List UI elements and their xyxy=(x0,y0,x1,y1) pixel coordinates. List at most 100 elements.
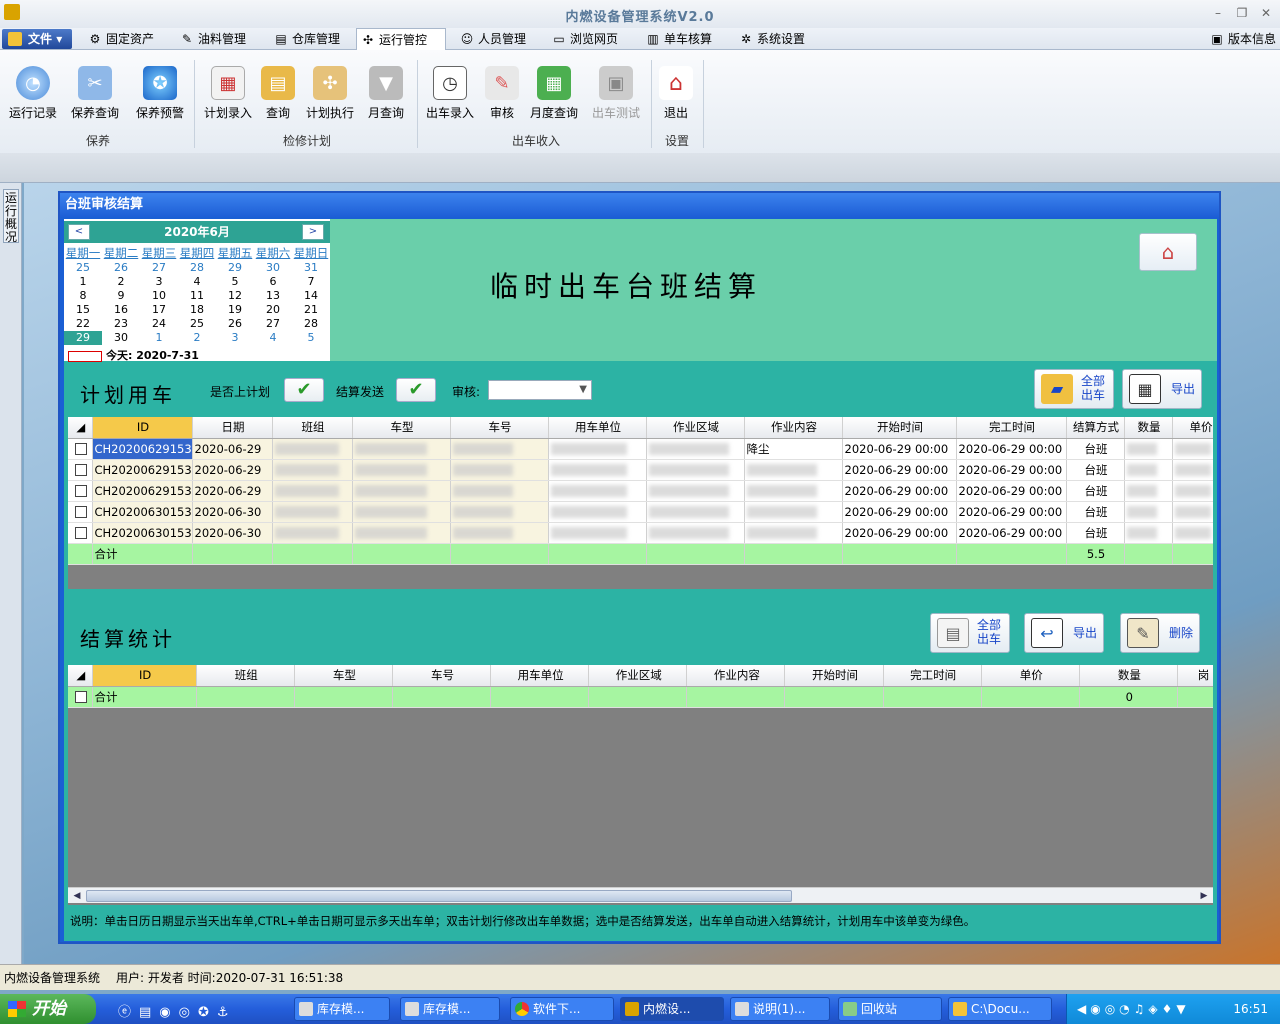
table-row[interactable]: CH202006291532 2020-06-29 2020-06-29 00:00… xyxy=(68,459,1213,481)
ribbon-dispatch-entry-button[interactable]: ◷ 出车录入 xyxy=(420,66,480,126)
calendar-day[interactable]: 4 xyxy=(254,331,292,345)
calendar-day[interactable]: 1 xyxy=(140,331,178,345)
calendar-day[interactable]: 31 xyxy=(292,261,330,275)
checkbox[interactable] xyxy=(74,691,87,703)
column-header[interactable]: 车型 xyxy=(294,665,393,687)
calendar-day[interactable]: 27 xyxy=(140,261,178,275)
tab-warehouse[interactable]: ▤ 仓库管理 xyxy=(270,28,340,50)
row-checkbox[interactable] xyxy=(68,501,93,523)
select-all-cell[interactable]: ◢ xyxy=(68,417,93,439)
file-menu-button[interactable]: 文件 ▾ xyxy=(2,29,72,49)
table-row[interactable]: CH202006301537 2020-06-30 2020-06-29 00:00… xyxy=(68,522,1213,544)
column-header[interactable]: 岗 xyxy=(1177,665,1213,687)
column-header[interactable]: 班组 xyxy=(272,417,353,439)
row-checkbox[interactable] xyxy=(68,438,93,460)
column-header[interactable]: ID xyxy=(92,417,193,439)
column-header[interactable]: 单价 xyxy=(1172,417,1213,439)
plan-export-button[interactable]: ▦ 导出 xyxy=(1122,369,1202,409)
calendar-day[interactable]: 5 xyxy=(292,331,330,345)
calendar-day[interactable]: 25 xyxy=(178,317,216,331)
tab-fixed-assets[interactable]: ⚙ 固定资产 xyxy=(84,28,154,50)
calendar-day[interactable]: 30 xyxy=(102,331,140,345)
close-icon[interactable]: ✕ xyxy=(1258,6,1274,20)
version-info-button[interactable]: ▣ 版本信息 xyxy=(1206,28,1276,50)
column-header[interactable]: 车号 xyxy=(450,417,549,439)
table-row[interactable]: CH202006291531 2020-06-29 降尘 2020-06-29 00:… xyxy=(68,438,1213,460)
column-header[interactable]: 日期 xyxy=(192,417,273,439)
checkbox[interactable] xyxy=(74,443,87,455)
calendar-day[interactable]: 30 xyxy=(254,261,292,275)
calendar-day[interactable]: 24 xyxy=(140,317,178,331)
column-header[interactable]: 班组 xyxy=(196,665,295,687)
calendar-day[interactable]: 15 xyxy=(64,303,102,317)
on-plan-checkbox[interactable]: ✔ xyxy=(284,378,324,402)
ribbon-query-button[interactable]: ▤ 查询 xyxy=(248,66,308,126)
ribbon-maintenance-query-button[interactable]: ✂ 保养查询 xyxy=(65,66,125,126)
tab-oil[interactable]: ✎ 油料管理 xyxy=(176,28,246,50)
row-checkbox[interactable] xyxy=(68,522,93,544)
calendar-day[interactable]: 14 xyxy=(292,289,330,303)
settle-all-dispatch-button[interactable]: ▤ 全部出车 xyxy=(930,613,1010,653)
restore-icon[interactable]: ❐ xyxy=(1234,6,1250,20)
start-button[interactable]: 开始 xyxy=(0,994,96,1024)
taskbar-item-active[interactable]: 内燃设... xyxy=(620,997,724,1021)
ribbon-maintenance-warning-button[interactable]: ✪ 保养预警 xyxy=(130,66,190,126)
select-all-cell[interactable]: ◢ xyxy=(68,665,93,687)
column-header[interactable]: 结算方式 xyxy=(1066,417,1125,439)
settle-hscrollbar[interactable]: ◀ ▶ xyxy=(68,887,1213,903)
column-header[interactable]: 作业区域 xyxy=(588,665,688,687)
ribbon-audit-button[interactable]: ✎ 审核 xyxy=(472,66,532,126)
tab-vehicle-accounting[interactable]: ▥ 单车核算 xyxy=(642,28,712,50)
plan-all-dispatch-button[interactable]: ▰ 全部出车 xyxy=(1034,369,1114,409)
tab-system-settings[interactable]: ✲ 系统设置 xyxy=(735,28,805,50)
settle-send-checkbox[interactable]: ✔ xyxy=(396,378,436,402)
quick-launch[interactable]: ⓔ▤◉◎✪⚓ xyxy=(118,1001,248,1020)
calendar-day[interactable]: 17 xyxy=(140,303,178,317)
calendar-prev-button[interactable]: < xyxy=(68,224,90,240)
tab-browse-web[interactable]: ▭ 浏览网页 xyxy=(548,28,618,50)
calendar-day[interactable]: 28 xyxy=(178,261,216,275)
scroll-right-icon[interactable]: ▶ xyxy=(1197,889,1211,903)
calendar-day[interactable]: 20 xyxy=(254,303,292,317)
calendar-day[interactable]: 6 xyxy=(254,275,292,289)
column-header[interactable]: 作业区域 xyxy=(646,417,745,439)
calendar-day[interactable]: 23 xyxy=(102,317,140,331)
calendar-day[interactable]: 2 xyxy=(178,331,216,345)
ribbon-month-query-button[interactable]: ▼ 月查询 xyxy=(356,66,416,126)
calendar-day[interactable]: 2 xyxy=(102,275,140,289)
checkbox[interactable] xyxy=(74,527,87,539)
settle-export-button[interactable]: ↩ 导出 xyxy=(1024,613,1104,653)
clock[interactable]: 16:51 xyxy=(1233,1002,1268,1016)
minimize-icon[interactable]: – xyxy=(1210,6,1226,20)
checkbox[interactable] xyxy=(74,506,87,518)
calendar-day[interactable]: 12 xyxy=(216,289,254,303)
ribbon-dispatch-test-button[interactable]: ▣ 出车测试 xyxy=(586,66,646,126)
column-header[interactable]: 作业内容 xyxy=(686,665,786,687)
row-checkbox[interactable] xyxy=(68,480,93,502)
calendar-day[interactable]: 8 xyxy=(64,289,102,303)
taskbar-item[interactable]: 回收站 xyxy=(838,997,942,1021)
column-header[interactable]: 作业内容 xyxy=(744,417,843,439)
home-button[interactable]: ⌂ xyxy=(1139,233,1197,271)
calendar-day[interactable]: 19 xyxy=(216,303,254,317)
calendar-day[interactable]: 22 xyxy=(64,317,102,331)
tray-icons[interactable]: ◀◉◎◔♫◈♦▼ xyxy=(1077,994,1190,1024)
row-checkbox[interactable] xyxy=(68,459,93,481)
column-header[interactable]: 用车单位 xyxy=(548,417,647,439)
calendar-day[interactable]: 28 xyxy=(292,317,330,331)
column-header[interactable]: 车型 xyxy=(352,417,451,439)
calendar-day[interactable]: 3 xyxy=(216,331,254,345)
taskbar-item[interactable]: 说明(1)... xyxy=(730,997,830,1021)
scroll-left-icon[interactable]: ◀ xyxy=(70,889,84,903)
calendar-day[interactable]: 26 xyxy=(216,317,254,331)
settle-delete-button[interactable]: ✎ 删除 xyxy=(1120,613,1200,653)
column-header[interactable]: 车号 xyxy=(392,665,492,687)
calendar-day[interactable]: 18 xyxy=(178,303,216,317)
taskbar-item[interactable]: 库存模... xyxy=(294,997,390,1021)
calendar-day[interactable]: 10 xyxy=(140,289,178,303)
table-row[interactable]: CH202006301536 2020-06-30 2020-06-29 00:00… xyxy=(68,501,1213,523)
calendar-day[interactable]: 25 xyxy=(64,261,102,275)
calendar-day[interactable]: 1 xyxy=(64,275,102,289)
column-header[interactable]: ID xyxy=(92,665,197,687)
checkbox[interactable] xyxy=(74,464,87,476)
